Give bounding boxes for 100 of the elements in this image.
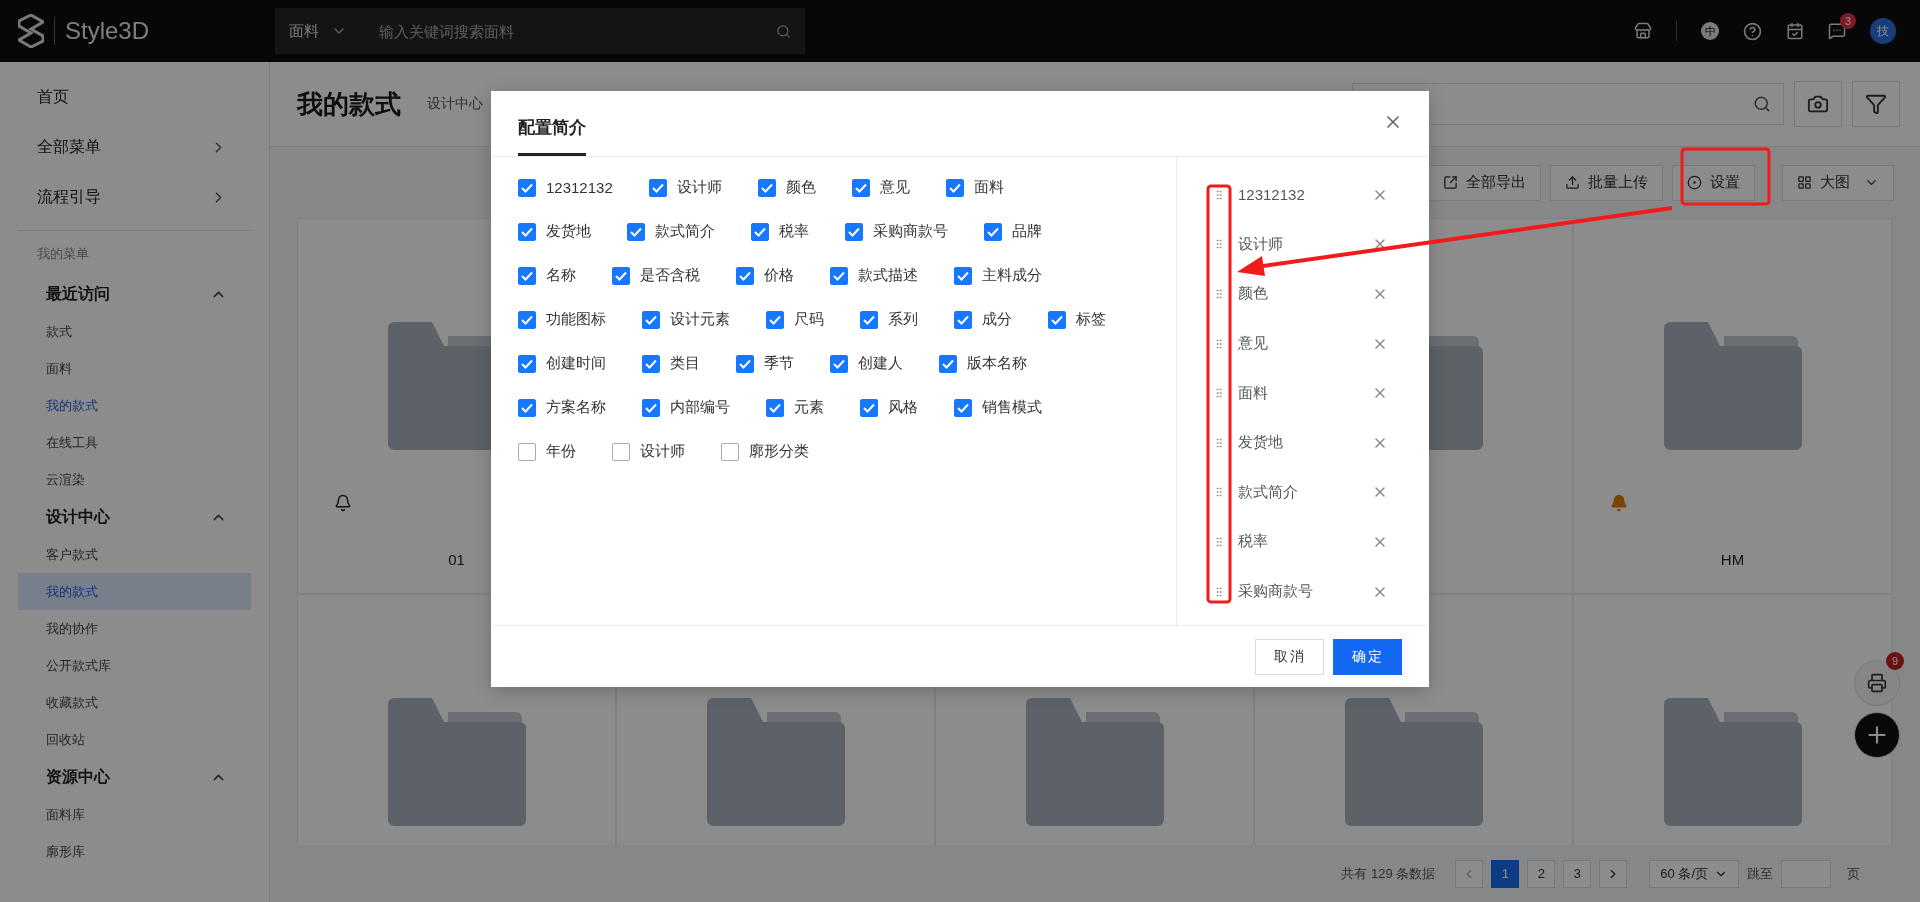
checkbox-label[interactable]: 名称 [546,266,576,285]
checkbox[interactable] [642,310,660,329]
checkbox-label[interactable]: 款式描述 [858,266,918,285]
toolbar-button[interactable]: 批量上传 [1550,164,1663,201]
dialog-tab[interactable]: 配置简介 [518,116,586,156]
checkbox[interactable] [830,266,848,285]
checkbox-label[interactable]: 标签 [1076,310,1106,329]
filter-button[interactable] [1852,81,1900,127]
checkbox[interactable] [954,310,972,329]
sidebar-item[interactable]: 我的款式 [18,387,251,424]
checkbox-label[interactable]: 创建人 [858,354,903,373]
checkbox-label[interactable]: 意见 [879,178,910,197]
camera-button[interactable] [1794,81,1842,127]
calendar-check-icon[interactable] [1786,22,1804,40]
checkbox[interactable] [954,266,972,285]
checkbox[interactable] [845,222,863,241]
checkbox[interactable] [518,398,536,417]
checkbox-label[interactable]: 方案名称 [546,398,606,417]
checkbox-label[interactable]: 内部编号 [670,398,730,417]
drag-handle-icon[interactable] [1213,337,1225,350]
drag-handle-icon[interactable] [1213,387,1225,400]
sidebar-item[interactable]: 流程引导 [18,172,251,222]
bell-icon[interactable] [1610,494,1628,512]
checkbox[interactable] [642,354,660,373]
drag-handle-icon[interactable] [1213,188,1225,201]
checkbox[interactable] [939,354,957,373]
breadcrumb[interactable]: 设计中心 [427,95,483,113]
toolbar-button[interactable]: 大图 [1782,164,1894,201]
toolbar-button[interactable]: 设置 [1672,164,1755,201]
checkbox[interactable] [518,354,536,373]
search-icon[interactable] [1753,95,1771,113]
checkbox-label[interactable]: 款式简介 [655,222,715,241]
sidebar-item[interactable]: 面料库 [18,796,251,833]
checkbox[interactable] [518,222,536,241]
checkbox[interactable] [518,442,536,461]
sidebar-item[interactable]: 回收站 [18,721,251,758]
checkbox[interactable] [518,266,536,285]
drag-handle-icon[interactable] [1213,288,1225,300]
folder-card[interactable]: HM [1573,218,1892,594]
menu-group-header[interactable]: 资源中心 [18,758,251,796]
checkbox-label[interactable]: 颜色 [785,178,816,197]
search-scope-select[interactable]: 面料 [289,21,319,41]
checkbox[interactable] [766,310,784,329]
checkbox[interactable] [612,442,630,461]
sidebar-item[interactable]: 廓形库 [18,833,251,870]
sidebar-item[interactable]: 公开款式库 [18,647,251,684]
checkbox[interactable] [648,178,667,197]
checkbox[interactable] [736,354,754,373]
sidebar-item[interactable]: 收藏款式 [18,684,251,721]
checkbox-label[interactable]: 发货地 [546,222,591,241]
menu-group-header[interactable]: 设计中心 [18,498,251,536]
menu-group-header[interactable]: 最近访问 [18,275,251,313]
sidebar-item[interactable]: 在线工具 [18,424,251,461]
checkbox-label[interactable]: 是否含税 [640,266,700,285]
drag-handle-icon[interactable] [1213,486,1225,499]
sidebar-item[interactable]: 面料 [18,350,251,387]
drag-handle-icon[interactable] [1213,535,1225,548]
checkbox[interactable] [830,354,848,373]
checkbox-label[interactable]: 尺码 [794,310,824,329]
checkbox-label[interactable]: 功能图标 [546,310,606,329]
checkbox-label[interactable]: 价格 [764,266,794,285]
checkbox[interactable] [954,398,972,417]
checkbox-label[interactable]: 税率 [779,222,809,241]
language-button[interactable]: 中 [1701,22,1719,40]
checkbox[interactable] [851,178,870,197]
checkbox-label[interactable]: 品牌 [1012,222,1042,241]
checkbox-label[interactable]: 元素 [794,398,824,417]
checkbox[interactable] [721,442,739,461]
confirm-button[interactable]: 确定 [1333,638,1402,675]
sidebar-item[interactable]: 全部菜单 [18,122,251,172]
checkbox-label[interactable]: 采购商款号 [873,222,948,241]
checkbox-label[interactable]: 创建时间 [546,354,606,373]
checkbox[interactable] [751,222,769,241]
message-icon[interactable] [1828,22,1846,40]
checkbox[interactable] [757,178,776,197]
checkbox-label[interactable]: 设计师 [676,178,722,197]
page-button[interactable]: 2 [1527,859,1556,888]
toolbar-button[interactable]: 全部导出 [1428,164,1541,201]
checkbox-label[interactable]: 面料 [973,178,1004,197]
checkbox-label[interactable]: 年份 [546,442,576,461]
checkbox-label[interactable]: 设计师 [640,442,685,461]
checkbox[interactable] [642,398,660,417]
sidebar-item[interactable]: 我的协作 [18,610,251,647]
drag-handle-icon[interactable] [1213,436,1225,449]
checkbox-label[interactable]: 设计元素 [670,310,730,329]
checkbox-label[interactable]: 12312132 [546,179,613,196]
checkbox-label[interactable]: 主料成分 [982,266,1042,285]
sidebar-item[interactable]: 首页 [18,72,251,122]
search-field[interactable]: 面料 输入关键词搜索面料 [275,8,805,54]
checkbox[interactable] [1048,310,1066,329]
checkbox[interactable] [945,178,964,197]
checkbox-label[interactable]: 风格 [888,398,918,417]
checkbox-label[interactable]: 版本名称 [967,354,1027,373]
checkbox-label[interactable]: 廓形分类 [749,442,809,461]
checkbox[interactable] [518,310,536,329]
checkbox[interactable] [860,310,878,329]
checkbox[interactable] [518,178,536,197]
checkbox[interactable] [766,398,784,417]
search-icon[interactable] [776,23,791,39]
sidebar-item[interactable]: 客户款式 [18,536,251,573]
